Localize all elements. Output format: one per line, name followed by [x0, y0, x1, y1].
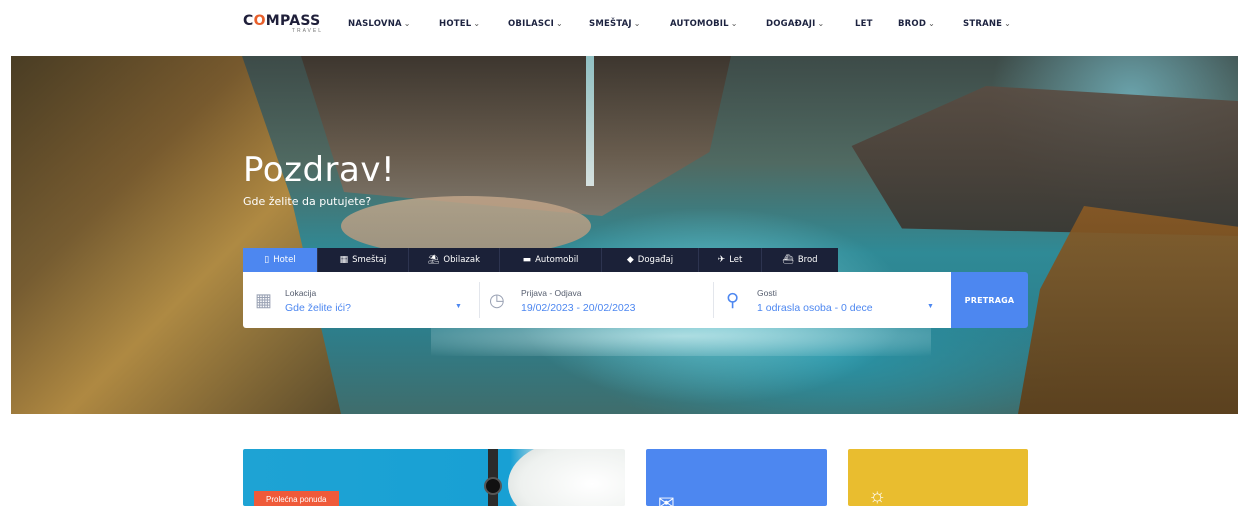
guests-field[interactable]: ⚲ Gosti 1 odrasla osoba - 0 dece ▼ [714, 272, 951, 328]
location-input[interactable]: Gde želite ići? [285, 302, 351, 314]
chevron-down-icon: ⌄ [473, 19, 481, 28]
promo-card-mail[interactable]: ✉ [646, 449, 827, 506]
hero-scenery [586, 56, 594, 186]
guests-label: Gosti [757, 288, 777, 298]
tab-obilazak[interactable]: ⛱ Obilazak [409, 248, 500, 272]
nav-item-naslovna[interactable]: NASLOVNA ⌄ [348, 19, 411, 29]
compass-icon: O [253, 13, 266, 29]
clock-icon: ◷ [489, 290, 505, 310]
search-category-tabs: ▯ Hotel ▦ Smeštaj ⛱ Obilazak ▬ Automobil ◆ Do… [243, 248, 838, 272]
hero-banner-image [11, 56, 1238, 414]
nav-item-automobil[interactable]: AUTOMOBIL ⌄ [670, 19, 738, 29]
person-walking-icon: ⚲ [726, 290, 740, 310]
hero-scenery [1018, 206, 1238, 414]
chevron-down-icon: ⌄ [633, 19, 641, 28]
chevron-down-icon: ⌄ [928, 19, 936, 28]
tab-brod[interactable]: ⛴ Brod [762, 248, 838, 272]
nav-item-let[interactable]: LET [855, 19, 873, 29]
chevron-down-icon: ⌄ [555, 19, 563, 28]
chevron-down-icon: ⌄ [1004, 19, 1012, 28]
tab-dogadjaj[interactable]: ◆ Događaj [602, 248, 699, 272]
nav-item-strane[interactable]: STRANE ⌄ [963, 19, 1011, 29]
tab-let[interactable]: ✈ Let [699, 248, 762, 272]
location-field[interactable]: ▦ Lokacija Gde želite ići? ▼ [243, 272, 479, 328]
date-range-field[interactable]: ◷ Prijava - Odjava 19/02/2023 - 20/02/20… [480, 272, 713, 328]
caret-down-icon: ▼ [455, 303, 462, 310]
promo-card-beach[interactable]: ☼ [848, 449, 1028, 506]
mail-icon: ✉ [658, 493, 675, 506]
map-icon: ▦ [255, 290, 273, 310]
tour-icon: ⛱ [427, 255, 440, 265]
hero-scenery [851, 86, 1238, 236]
search-button[interactable]: PRETRAGA [951, 272, 1028, 328]
nav-item-obilasci[interactable]: OBILASCI ⌄ [508, 19, 563, 29]
chevron-down-icon: ⌄ [817, 19, 825, 28]
nav-item-brod[interactable]: BROD ⌄ [898, 19, 935, 29]
watch-image [484, 477, 502, 495]
top-navigation-bar: COMPASS TRAVEL NASLOVNA ⌄ HOTEL ⌄ OBILASCI… [0, 0, 1248, 56]
promo-card-spring-offer[interactable]: Prolećna ponuda [243, 449, 625, 506]
apartment-icon: ▦ [339, 255, 349, 265]
nav-item-hotel[interactable]: HOTEL ⌄ [439, 19, 480, 29]
search-form: ▦ Lokacija Gde želite ići? ▼ ◷ Prijava -… [243, 272, 951, 328]
date-range-label: Prijava - Odjava [521, 288, 582, 298]
plane-icon: ✈ [717, 255, 726, 265]
tab-hotel[interactable]: ▯ Hotel [243, 248, 318, 272]
compass-travel-logo[interactable]: COMPASS TRAVEL [243, 12, 323, 44]
tab-smestaj[interactable]: ▦ Smeštaj [318, 248, 409, 272]
nav-item-dogadjaji[interactable]: DOGAĐAJI ⌄ [766, 19, 824, 29]
event-icon: ◆ [626, 255, 634, 265]
nav-item-smestaj[interactable]: SMEŠTAJ ⌄ [589, 19, 641, 29]
caret-down-icon: ▼ [927, 303, 934, 310]
date-range-value[interactable]: 19/02/2023 - 20/02/2023 [521, 302, 635, 314]
location-label: Lokacija [285, 288, 317, 298]
hero-title: Pozdrav! [243, 150, 396, 190]
hero-scenery [341, 196, 591, 256]
hat-image [508, 449, 625, 506]
ship-icon: ⛴ [782, 255, 794, 265]
hotel-icon: ▯ [264, 255, 270, 265]
offer-badge: Prolećna ponuda [254, 491, 339, 506]
hero-scenery [11, 56, 341, 414]
guests-value[interactable]: 1 odrasla osoba - 0 dece [757, 302, 873, 314]
chevron-down-icon: ⌄ [730, 19, 738, 28]
hero-subtitle: Gde želite da putujete? [243, 195, 372, 208]
car-icon: ▬ [522, 255, 532, 265]
tab-automobil[interactable]: ▬ Automobil [500, 248, 602, 272]
palm-tree-icon: ☼ [868, 485, 887, 506]
hero-scenery [301, 56, 731, 216]
chevron-down-icon: ⌄ [403, 19, 411, 28]
